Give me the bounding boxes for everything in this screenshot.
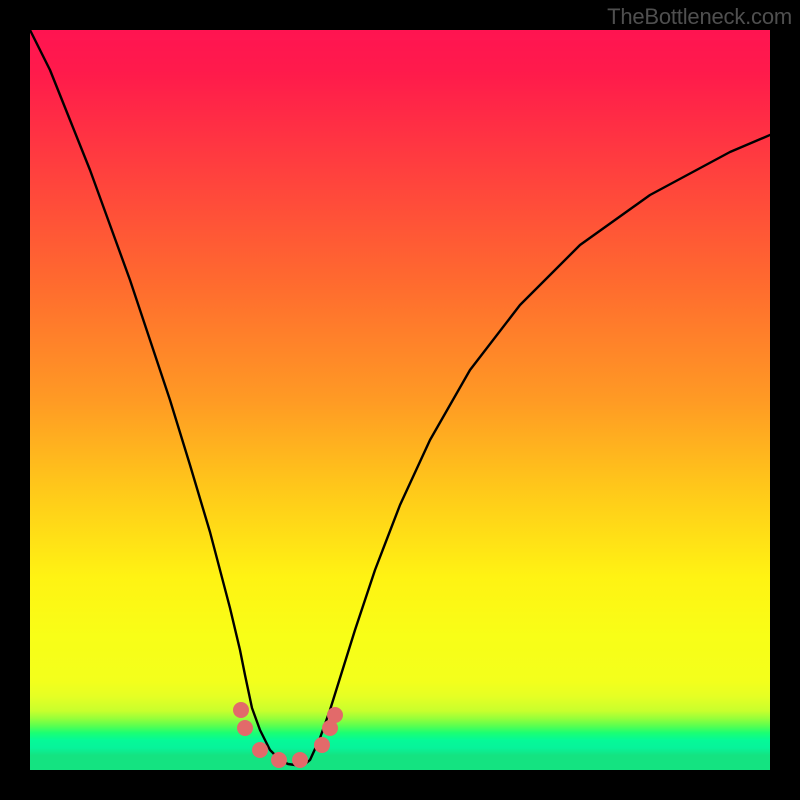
data-point-marker [252, 742, 268, 758]
data-point-marker [271, 752, 287, 768]
data-point-marker [314, 737, 330, 753]
plot-area [30, 30, 770, 770]
chart-frame: TheBottleneck.com [0, 0, 800, 800]
data-point-marker [292, 752, 308, 768]
markers-layer [30, 30, 770, 770]
data-point-marker [237, 720, 253, 736]
data-point-marker [233, 702, 249, 718]
attribution-text: TheBottleneck.com [607, 4, 792, 30]
data-point-marker [327, 707, 343, 723]
